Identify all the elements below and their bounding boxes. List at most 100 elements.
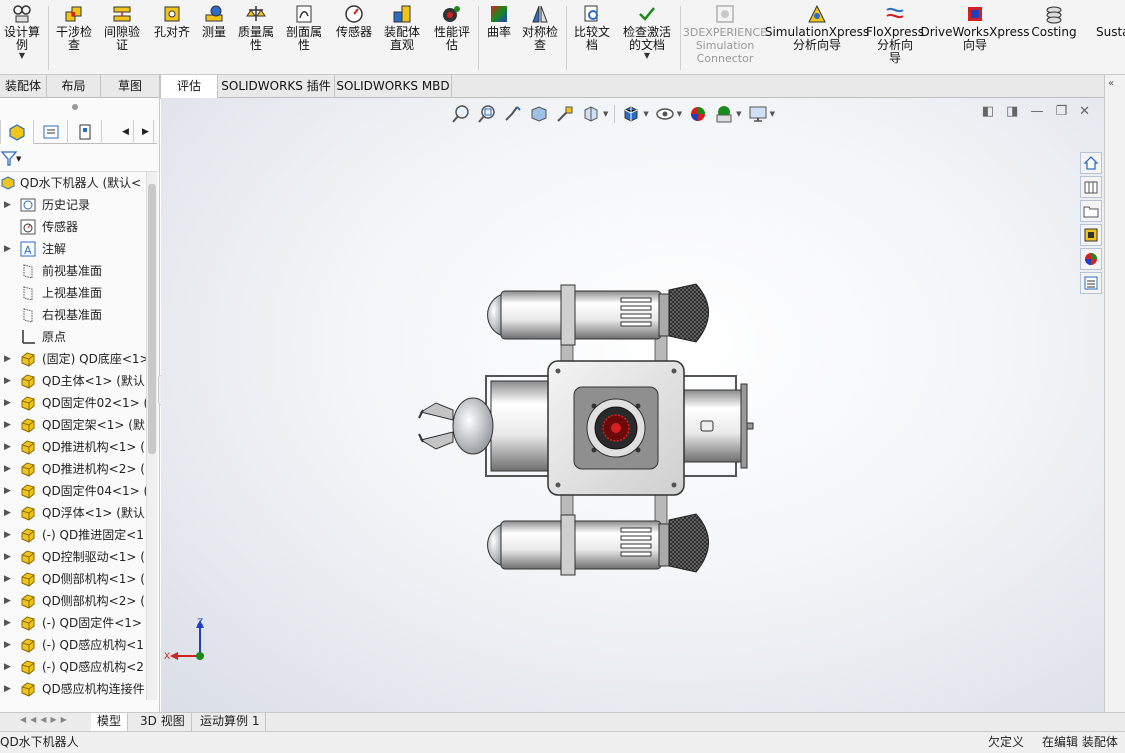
tree-item[interactable]: 右视基准面 (0, 304, 146, 326)
custom-properties-icon[interactable] (1080, 272, 1102, 294)
expand-arrow-icon[interactable]: ▶ (4, 194, 11, 216)
part-icon (20, 681, 36, 697)
tab-solidworks-addins[interactable]: SOLIDWORKS 插件 (218, 75, 335, 98)
design-library-icon[interactable] (1080, 176, 1102, 198)
tab-solidworks-mbd[interactable]: SOLIDWORKS MBD (335, 75, 452, 98)
connector-icon (715, 4, 735, 24)
tree-item[interactable]: ▶ (-) QD感应机构<1 (0, 634, 146, 656)
tree-item[interactable]: 传感器 (0, 216, 146, 238)
tab-assembly[interactable]: 装配体 (0, 75, 47, 98)
tab-feature-tree[interactable] (0, 120, 34, 144)
tab-evaluate[interactable]: 评估 (160, 75, 218, 99)
graphics-viewport[interactable]: ▼ ▼ ▼ ▼ ▼ ◧ ◨ — ❐ ✕ Z X (161, 98, 1104, 712)
clearance-button[interactable]: 间隙验 证 (100, 4, 144, 52)
tree-item[interactable]: ▶ QD固定件04<1> ( (0, 480, 146, 502)
panel-handle[interactable] (72, 104, 78, 110)
tree-item[interactable]: ▶ QD推进机构<1> ( (0, 436, 146, 458)
symmetry-button[interactable]: 对称检 查 (518, 4, 562, 52)
expand-arrow-icon[interactable]: ▶ (4, 458, 11, 480)
expand-arrow-icon[interactable]: ▶ (4, 612, 11, 634)
tree-item[interactable]: ▶ (-) QD感应机构<2 (0, 656, 146, 678)
tree-item[interactable]: ▶ QD固定架<1> (默 (0, 414, 146, 436)
sustainability-button[interactable]: Susta (1096, 4, 1125, 39)
tab-scroll-buttons[interactable]: ◀◀◀▶▶ (20, 715, 71, 724)
expand-arrow-icon[interactable]: ▶ (4, 502, 11, 524)
perf-eval-button[interactable]: 性能评 估 (430, 4, 474, 52)
tree-item[interactable]: ▶ (-) QD推进固定<1 (0, 524, 146, 546)
hole-align-button[interactable]: 孔对齐 (150, 4, 194, 39)
tree-item[interactable]: ▶ QD感应机构连接件 (0, 678, 146, 700)
assembly-vis-button[interactable]: 装配体 直观 (380, 4, 424, 52)
part-icon (20, 505, 36, 521)
expand-arrow-icon[interactable]: ▶ (4, 546, 11, 568)
costing-button[interactable]: Costing (1028, 4, 1080, 39)
simulation-connector-button[interactable]: 3DEXPERIENCE Simulation Connector (683, 4, 767, 65)
design-study-button[interactable]: 设计算 例 ▼ (2, 4, 42, 60)
chevron-down-icon[interactable]: ▼ (16, 155, 21, 163)
tree-item[interactable]: ▶ (-) QD固定件<1> (0, 612, 146, 634)
expand-arrow-icon[interactable]: ▶ (4, 238, 11, 260)
expand-arrow-icon[interactable]: ▶ (4, 678, 11, 700)
mass-props-button[interactable]: 质量属 性 (234, 4, 278, 52)
check-active-button[interactable]: 检查激活 的文档 ▼ (618, 4, 676, 60)
tree-item[interactable]: ▶ QD控制驱动<1> ( (0, 546, 146, 568)
expand-arrow-icon[interactable]: ▶ (4, 480, 11, 502)
tab-3d-view[interactable]: 3D 视图 (134, 713, 192, 731)
tree-item[interactable]: ▶ QD侧部机构<1> ( (0, 568, 146, 590)
expand-pane-icon[interactable]: « (1108, 78, 1114, 89)
underwater-robot-model[interactable] (161, 98, 1104, 712)
file-explorer-icon[interactable] (1080, 200, 1102, 222)
expand-arrow-icon[interactable]: ▶ (4, 590, 11, 612)
part-icon (20, 549, 36, 565)
appearances-icon[interactable] (1080, 248, 1102, 270)
tree-item[interactable]: ▶ 历史记录 (0, 194, 146, 216)
tree-scrollbar-thumb[interactable] (148, 184, 156, 454)
simxpress-button[interactable]: SimulationXpress 分析向导 (765, 4, 869, 52)
tree-item[interactable]: 上视基准面 (0, 282, 146, 304)
tree-item[interactable]: ▶ (固定) QD底座<1> (0, 348, 146, 370)
expand-arrow-icon[interactable]: ▶ (4, 392, 11, 414)
tree-scrollbar[interactable] (146, 172, 157, 700)
feature-tree-icon (9, 124, 25, 141)
section-props-button[interactable]: 剖面属 性 (282, 4, 326, 52)
tree-root-assembly[interactable]: QD水下机器人 (默认< (0, 172, 146, 194)
tab-layout[interactable]: 布局 (47, 75, 101, 98)
tree-filter[interactable]: ▼ (0, 146, 157, 172)
floxpress-button[interactable]: FloXpress 分析向 导 (866, 4, 924, 65)
expand-arrow-icon[interactable]: ▶ (4, 414, 11, 436)
expand-arrow-icon[interactable]: ▶ (4, 524, 11, 546)
tree-item[interactable]: ▶ QD侧部机构<2> ( (0, 590, 146, 612)
view-palette-icon[interactable] (1080, 224, 1102, 246)
interference-button[interactable]: 干涉检 查 (52, 4, 96, 52)
tree-item[interactable]: ▶ QD推进机构<2> ( (0, 458, 146, 480)
interference-icon (64, 4, 84, 24)
tab-motion-study[interactable]: 运动算例 1 (194, 713, 267, 731)
tab-configuration-manager[interactable] (68, 120, 102, 144)
tree-item[interactable]: ▶ A 注解 (0, 238, 146, 260)
tree-item[interactable]: ▶ QD浮体<1> (默认 (0, 502, 146, 524)
scroll-left-icon[interactable]: ◀ (118, 120, 134, 144)
expand-arrow-icon[interactable]: ▶ (4, 568, 11, 590)
tab-property-manager[interactable] (34, 120, 68, 144)
expand-arrow-icon[interactable]: ▶ (4, 348, 11, 370)
svg-text:A: A (24, 244, 32, 257)
home-icon[interactable] (1080, 152, 1102, 174)
tree-item[interactable]: 前视基准面 (0, 260, 146, 282)
expand-arrow-icon[interactable]: ▶ (4, 370, 11, 392)
expand-arrow-icon[interactable]: ▶ (4, 656, 11, 678)
sensor-button[interactable]: 传感器 (332, 4, 376, 39)
tab-model[interactable]: 模型 (91, 713, 129, 731)
tab-sketch[interactable]: 草图 (101, 75, 160, 98)
tree-item[interactable]: 原点 (0, 326, 146, 348)
scroll-right-icon[interactable]: ▶ (138, 120, 154, 144)
tree-item[interactable]: ▶ QD固定件02<1> ( (0, 392, 146, 414)
expand-arrow-icon[interactable]: ▶ (4, 436, 11, 458)
curvature-button[interactable]: 曲率 (482, 4, 516, 39)
chevron-down-icon[interactable]: ▼ (19, 52, 25, 60)
compare-docs-button[interactable]: 比较文 档 (570, 4, 614, 52)
expand-arrow-icon[interactable]: ▶ (4, 634, 11, 656)
chevron-down-icon[interactable]: ▼ (644, 52, 650, 60)
driveworks-button[interactable]: DriveWorksXpress 向导 (920, 4, 1030, 52)
tree-item[interactable]: ▶ QD主体<1> (默认 (0, 370, 146, 392)
measure-button[interactable]: 测量 (196, 4, 232, 39)
